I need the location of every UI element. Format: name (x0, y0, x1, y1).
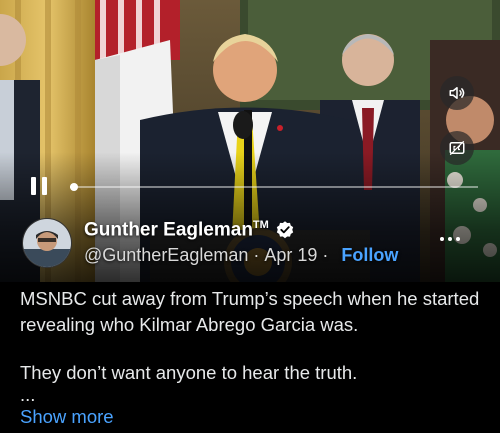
tweet-card: Gunther EaglemanTM @GuntherEagleman · Ap… (0, 0, 500, 433)
trademark-mark: TM (252, 219, 269, 231)
captions-button[interactable] (440, 131, 474, 165)
video-progress-bar[interactable] (70, 183, 478, 191)
pause-icon-bar (42, 177, 47, 195)
verified-badge-icon (276, 221, 293, 239)
follow-button[interactable]: Follow (341, 245, 398, 266)
tweet-paragraph: MSNBC cut away from Trump’s speech when … (20, 288, 480, 335)
show-more-link[interactable]: Show more (20, 406, 114, 428)
tweet-paragraph: They don’t want anyone to hear the truth… (20, 362, 358, 383)
tweet-text: MSNBC cut away from Trump’s speech when … (20, 286, 490, 404)
display-name[interactable]: Gunther EaglemanTM (84, 219, 269, 241)
mute-button[interactable] (440, 76, 474, 110)
more-icon-dot (456, 237, 460, 241)
truncation-ellipsis: ... (20, 384, 36, 405)
captions-icon (449, 140, 465, 156)
avatar[interactable] (22, 218, 72, 268)
pause-icon (31, 177, 36, 195)
more-options-button[interactable] (440, 232, 468, 246)
pause-button[interactable] (28, 177, 50, 197)
separator-dot: · (253, 245, 260, 265)
post-date[interactable]: Apr 19 (264, 245, 317, 266)
avatar-image (23, 219, 71, 267)
separator-dot-2: · (322, 245, 329, 265)
author-handle[interactable]: @GuntherEagleman (84, 245, 248, 266)
more-icon-dot (448, 237, 452, 241)
speaker-icon (449, 87, 465, 99)
author-name-row: Gunther EaglemanTM (84, 219, 295, 241)
more-icon (440, 237, 444, 241)
author-meta-row: @GuntherEagleman · Apr 19 · Follow (84, 245, 398, 266)
